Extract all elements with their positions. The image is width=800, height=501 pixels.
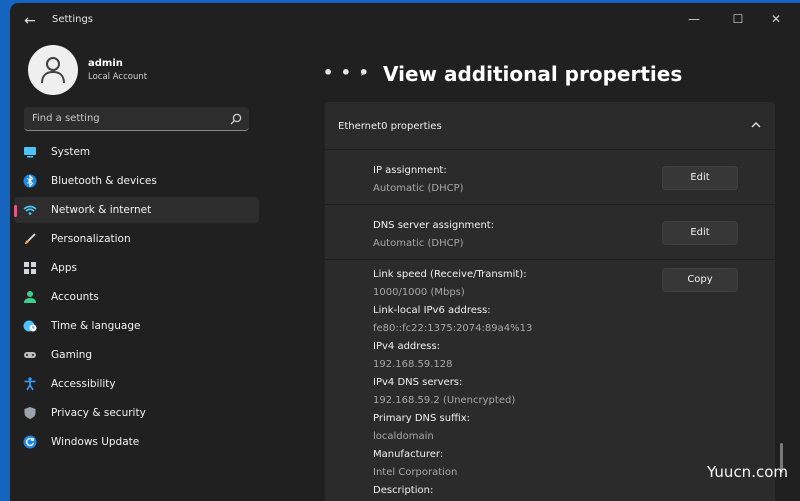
link-speed-value: 1000/1000 (Mbps) — [373, 287, 465, 298]
sidebar-item-time-language[interactable]: Time & language — [14, 313, 259, 339]
settings-window: ← Settings — ☐ ✕ admin Local Account Sys… — [10, 3, 800, 501]
active-indicator — [14, 205, 17, 217]
card-header[interactable]: Ethernet0 properties — [325, 102, 775, 150]
watermark: Yuucn.com — [706, 463, 788, 481]
sidebar-item-label: Apps — [51, 262, 77, 274]
brush-icon — [25, 233, 36, 244]
edit-dns-button[interactable]: Edit — [662, 221, 738, 245]
search-input[interactable] — [32, 107, 222, 130]
bluetooth-icon — [23, 174, 37, 188]
apps-icon — [24, 262, 36, 274]
dns-assignment-label: DNS server assignment: — [373, 220, 495, 231]
manufacturer-label: Manufacturer: — [373, 449, 444, 460]
link-speed-label: Link speed (Receive/Transmit): — [373, 269, 527, 280]
sidebar-item-system[interactable]: System — [14, 139, 259, 165]
search-icon[interactable] — [229, 112, 243, 126]
copy-button[interactable]: Copy — [662, 268, 738, 292]
sidebar-item-apps[interactable]: Apps — [14, 255, 259, 281]
avatar[interactable] — [28, 45, 78, 95]
breadcrumb-chevron-icon: › — [360, 65, 366, 81]
person-icon — [24, 291, 36, 303]
description-label: Description: — [373, 485, 434, 496]
card-title: Ethernet0 properties — [338, 121, 442, 132]
sidebar-item-label: Bluetooth & devices — [51, 175, 157, 187]
accessibility-icon — [24, 377, 36, 391]
sidebar-item-label: Personalization — [51, 233, 131, 245]
profile-name: admin — [88, 58, 123, 69]
gamepad-icon — [24, 352, 36, 358]
ipv4-label: IPv4 address: — [373, 341, 441, 352]
dns-suffix-label: Primary DNS suffix: — [373, 413, 471, 424]
sidebar-item-personalization[interactable]: Personalization — [14, 226, 259, 252]
ipv6-label: Link-local IPv6 address: — [373, 305, 491, 316]
minimize-button[interactable]: — — [679, 9, 709, 29]
update-icon — [23, 435, 37, 449]
sidebar-item-label: Time & language — [51, 320, 141, 332]
sidebar-item-label: Privacy & security — [51, 407, 146, 419]
ipv4-dns-label: IPv4 DNS servers: — [373, 377, 463, 388]
page-title: View additional properties — [383, 62, 683, 86]
ipv6-value: fe80::fc22:1375:2074:89a4%13 — [373, 323, 533, 334]
ipv4-dns-value: 192.168.59.2 (Unencrypted) — [373, 395, 516, 406]
wifi-icon — [23, 205, 37, 215]
ip-assignment-label: IP assignment: — [373, 165, 447, 176]
person-icon — [41, 57, 65, 84]
globe-clock-icon — [23, 320, 37, 332]
profile-account-type: Local Account — [88, 72, 148, 82]
shield-icon — [24, 407, 36, 419]
sidebar-item-label: System — [51, 146, 91, 158]
monitor-icon — [24, 147, 36, 158]
sidebar-item-network[interactable]: Network & internet — [14, 197, 259, 223]
chevron-up-icon[interactable] — [749, 118, 763, 132]
sidebar-item-label: Accounts — [51, 291, 99, 303]
ip-assignment-row: IP assignment: Automatic (DHCP) Edit — [325, 150, 775, 205]
dns-assignment-row: DNS server assignment: Automatic (DHCP) … — [325, 205, 775, 260]
sidebar-item-accounts[interactable]: Accounts — [14, 284, 259, 310]
ip-assignment-value: Automatic (DHCP) — [373, 183, 464, 194]
sidebar-item-windows-update[interactable]: Windows Update — [14, 429, 259, 455]
ipv4-value: 192.168.59.128 — [373, 359, 453, 370]
sidebar-item-label: Network & internet — [51, 204, 152, 216]
sidebar-item-privacy[interactable]: Privacy & security — [14, 400, 259, 426]
title-bar: ← Settings — ☐ ✕ — [10, 3, 800, 37]
dns-suffix-value: localdomain — [373, 431, 434, 442]
sidebar-nav: System Bluetooth & devices Network & int… — [14, 139, 259, 458]
close-button[interactable]: ✕ — [761, 9, 791, 29]
sidebar-item-accessibility[interactable]: Accessibility — [14, 371, 259, 397]
sidebar-item-label: Windows Update — [51, 436, 140, 448]
edit-ip-button[interactable]: Edit — [662, 166, 738, 190]
manufacturer-value: Intel Corporation — [373, 467, 458, 478]
search-box[interactable] — [24, 107, 249, 131]
sidebar-item-label: Accessibility — [51, 378, 116, 390]
ethernet-properties-card: Ethernet0 properties IP assignment: Auto… — [325, 102, 775, 501]
sidebar-item-label: Gaming — [51, 349, 93, 361]
sidebar-item-bluetooth[interactable]: Bluetooth & devices — [14, 168, 259, 194]
app-title: Settings — [52, 14, 94, 25]
sidebar-item-gaming[interactable]: Gaming — [14, 342, 259, 368]
back-button[interactable]: ← — [20, 11, 40, 31]
maximize-button[interactable]: ☐ — [723, 9, 753, 29]
dns-assignment-value: Automatic (DHCP) — [373, 238, 464, 249]
